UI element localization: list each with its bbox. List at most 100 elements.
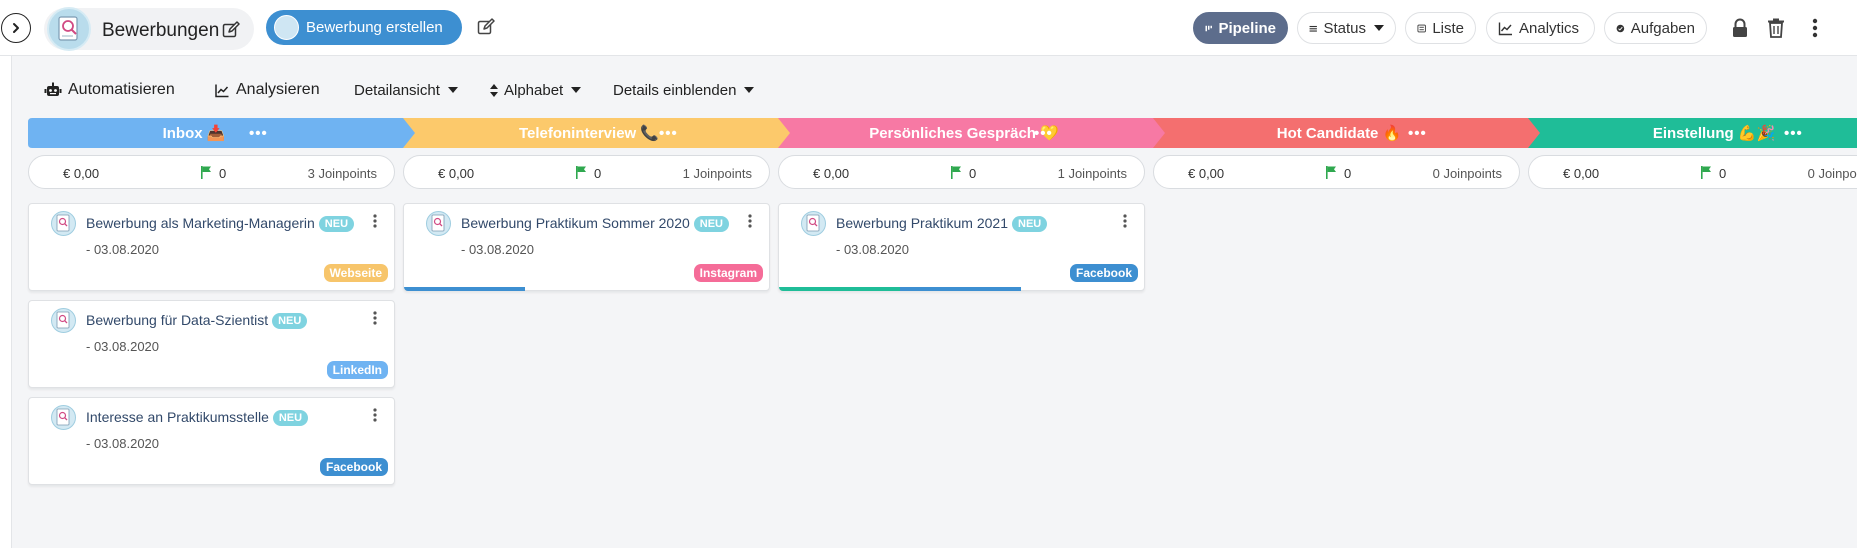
source-badge: Facebook <box>1069 264 1138 282</box>
stage-menu-icon[interactable]: ••• <box>249 125 268 142</box>
sort-dropdown[interactable]: Alphabet <box>490 79 582 101</box>
card-date: - 03.08.2020 <box>836 242 910 257</box>
stage-header[interactable]: Persönliches Gespräch 💛 ••• <box>778 118 1170 148</box>
pipeline-icon <box>1205 25 1212 31</box>
list-lines-icon <box>1309 25 1317 32</box>
avatar <box>426 211 451 236</box>
status-dropdown[interactable]: Status <box>1297 12 1396 44</box>
create-application-button[interactable]: Bewerbung erstellen <box>266 10 462 45</box>
stage-count: 0 <box>969 166 977 181</box>
pipeline-label: Pipeline <box>1218 19 1276 37</box>
card-title[interactable]: Bewerbung für Data-Szientist NEU <box>86 312 308 329</box>
more-vertical-icon[interactable] <box>373 214 377 228</box>
card-date: - 03.08.2020 <box>86 242 160 257</box>
stage-amount: € 0,00 <box>813 166 850 181</box>
show-details-dropdown[interactable]: Details einblenden <box>613 79 755 101</box>
edit-icon[interactable] <box>477 18 495 36</box>
stage-title: Telefoninterview 📞 <box>518 125 660 142</box>
stage-menu-icon[interactable]: ••• <box>1034 125 1053 142</box>
candidate-search-icon <box>56 311 70 329</box>
stage-amount: € 0,00 <box>63 166 100 181</box>
stage-header[interactable]: Inbox 📥 ••• <box>28 118 420 148</box>
stage-joinpoints: 1 Joinpoints <box>1057 166 1127 181</box>
new-badge: NEU <box>272 313 308 329</box>
card-title[interactable]: Bewerbung als Marketing-Managerin NEU <box>86 215 355 232</box>
card-title[interactable]: Bewerbung Praktikum Sommer 2020 NEU <box>461 215 730 232</box>
tasks-view-button[interactable]: Aufgaben <box>1604 12 1707 44</box>
card-title-text: Bewerbung als Marketing-Managerin <box>86 215 315 231</box>
stage-amount: € 0,00 <box>1563 166 1600 181</box>
card-title[interactable]: Interesse an Praktikumsstelle NEU <box>86 409 309 426</box>
flag-icon <box>1326 166 1336 179</box>
application-card[interactable]: Bewerbung Praktikum Sommer 2020 NEU - 03.0… <box>403 203 770 291</box>
new-badge: NEU <box>318 216 355 232</box>
stage-count: 0 <box>1344 166 1352 181</box>
stage-joinpoints: 0 Joinpoints <box>1807 166 1857 181</box>
card-title-text: Interesse an Praktikumsstelle <box>86 409 269 425</box>
expand-sidebar-button[interactable] <box>1 13 31 43</box>
stage-title: Inbox 📥 <box>162 125 226 142</box>
application-card[interactable]: Bewerbung Praktikum 2021 NEU - 03.08.2020 F… <box>778 203 1145 291</box>
candidate-search-icon <box>56 214 70 232</box>
more-vertical-icon[interactable] <box>373 408 377 422</box>
source-badge: Instagram <box>693 264 763 282</box>
automate-button[interactable]: Automatisieren <box>44 79 175 101</box>
candidate-search-icon <box>58 16 78 41</box>
candidate-search-icon <box>806 214 820 232</box>
avatar <box>51 211 76 236</box>
stage-menu-icon[interactable]: ••• <box>659 125 678 142</box>
analytics-view-button[interactable]: Analytics <box>1486 12 1595 44</box>
lock-icon <box>1733 18 1747 37</box>
stage-menu-icon[interactable]: ••• <box>1408 125 1427 142</box>
sort-icon <box>490 83 498 97</box>
more-vertical-icon[interactable] <box>1123 214 1127 228</box>
stage-count: 0 <box>219 166 227 181</box>
stage-joinpoints: 3 Joinpoints <box>307 166 377 181</box>
card-date: - 03.08.2020 <box>86 339 160 354</box>
analyze-button[interactable]: Analysieren <box>214 79 320 101</box>
lock-button[interactable] <box>1728 15 1752 41</box>
new-badge: NEU <box>693 216 730 232</box>
caret-down-icon <box>744 87 755 93</box>
flag-icon <box>951 166 961 179</box>
more-vertical-icon[interactable] <box>373 311 377 325</box>
delete-button[interactable] <box>1764 15 1788 41</box>
more-vertical-icon[interactable] <box>748 214 752 228</box>
more-options-button[interactable] <box>1803 15 1827 41</box>
application-card[interactable]: Bewerbung für Data-Szientist NEU - 03.08.2… <box>28 300 395 388</box>
card-progress-bar <box>404 287 526 291</box>
pipeline-view-button[interactable]: Pipeline <box>1193 12 1288 44</box>
candidate-search-icon <box>431 214 445 232</box>
analyze-label: Analysieren <box>236 81 320 98</box>
robot-icon <box>44 82 62 96</box>
stage-stats: € 0,00 0 3 Joinpoints <box>28 155 395 189</box>
detail-view-dropdown[interactable]: Detailansicht <box>354 79 458 101</box>
stage-stats: € 0,00 0 0 Joinpoints <box>1528 155 1857 189</box>
application-card[interactable]: Bewerbung als Marketing-Managerin NEU - 03… <box>28 203 395 291</box>
caret-down-icon <box>571 87 582 93</box>
list-icon <box>1417 24 1426 32</box>
list-view-button[interactable]: Liste <box>1405 12 1476 44</box>
application-card[interactable]: Interesse an Praktikumsstelle NEU - 03.08.… <box>28 397 395 485</box>
list-label: Liste <box>1432 19 1464 37</box>
analytics-label: Analytics <box>1519 19 1580 37</box>
new-badge: NEU <box>272 410 309 426</box>
status-label: Status <box>1323 19 1366 37</box>
stage-stats: € 0,00 0 0 Joinpoints <box>1153 155 1520 189</box>
stage-menu-icon[interactable]: ••• <box>1784 125 1803 142</box>
card-title[interactable]: Bewerbung Praktikum 2021 NEU <box>836 215 1048 232</box>
stage-joinpoints: 1 Joinpoints <box>682 166 752 181</box>
top-header: Bewerbungen Bewerbung erstellen Pipeline… <box>0 0 1857 56</box>
card-progress-bar <box>779 287 1022 291</box>
avatar <box>801 211 826 236</box>
stage-header[interactable]: Hot Candidate 🔥 ••• <box>1153 118 1545 148</box>
check-circle-icon <box>1616 24 1625 32</box>
stage-header[interactable]: Telefoninterview 📞 ••• <box>403 118 795 148</box>
stage-header[interactable]: Einstellung 💪🎉 ••• <box>1528 118 1857 148</box>
flag-icon <box>576 166 586 179</box>
stage-amount: € 0,00 <box>1188 166 1225 181</box>
edit-icon[interactable] <box>222 21 240 39</box>
chart-line-icon <box>215 84 229 97</box>
stage-amount: € 0,00 <box>438 166 475 181</box>
source-badge: LinkedIn <box>326 361 388 379</box>
